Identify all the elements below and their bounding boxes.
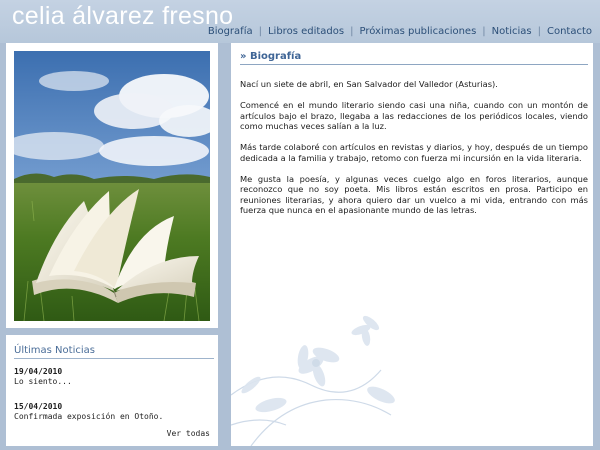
bio-paragraph: Me gusta la poesía, y algunas veces cuel…	[240, 173, 588, 216]
nav-separator: |	[350, 26, 354, 37]
biography-text: Nací un siete de abril, en San Salvador …	[240, 79, 588, 226]
nav-noticias[interactable]: Noticias	[492, 26, 532, 37]
site-title: celia álvarez fresno	[12, 2, 234, 30]
nav-separator: |	[258, 26, 262, 37]
nav-proximas-publicaciones[interactable]: Próximas publicaciones	[359, 26, 476, 37]
section-heading: » Biografía	[240, 51, 302, 62]
nav-libros-editados[interactable]: Libros editados	[268, 26, 344, 37]
see-all-news-link[interactable]: Ver todas	[167, 429, 210, 438]
news-divider	[14, 358, 214, 359]
heading-divider	[240, 64, 588, 65]
news-item-link[interactable]: Confirmada exposición en Otoño.	[14, 412, 163, 421]
floral-ornament-icon	[231, 315, 395, 446]
nav-separator: |	[537, 26, 541, 37]
news-date: 15/04/2010	[14, 402, 63, 411]
main-nav: Biografía | Libros editados | Próximas publi…	[208, 26, 592, 37]
photo-panel	[6, 43, 218, 328]
nav-separator: |	[482, 26, 486, 37]
nav-biografia[interactable]: Biografía	[208, 26, 253, 37]
news-title: Últimas Noticias	[14, 345, 95, 356]
news-date: 19/04/2010	[14, 367, 63, 376]
bio-paragraph: Comencé en el mundo literario siendo cas…	[240, 100, 588, 131]
news-item-link[interactable]: Lo siento...	[14, 377, 72, 386]
content-panel: » Biografía Nací un siete de abril, en S…	[231, 43, 593, 446]
bio-paragraph: Nací un siete de abril, en San Salvador …	[240, 79, 498, 89]
bio-paragraph: Más tarde colaboré con artículos en revi…	[240, 142, 588, 163]
news-panel: Últimas Noticias 19/04/2010 Lo siento...…	[6, 335, 218, 446]
nav-contacto[interactable]: Contacto	[547, 26, 592, 37]
header: celia álvarez fresno Biografía | Libros ed…	[0, 0, 600, 43]
book-photo	[14, 51, 210, 321]
